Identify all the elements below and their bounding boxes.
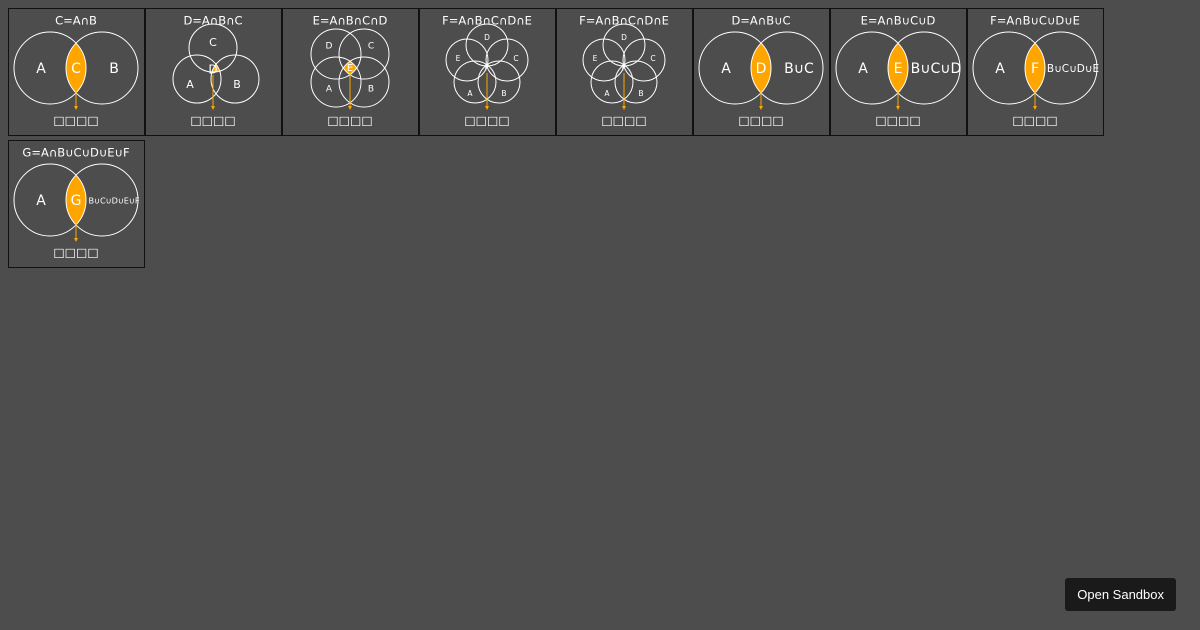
venn-diagram-card: G=A∩B∪C∪D∪E∪F A B∪C∪D∪E∪F G □□□□ [8, 140, 145, 268]
set-label: E [456, 54, 461, 63]
arrow-head-icon [211, 106, 215, 110]
diagram-title: F=A∩B∪C∪D∪E [990, 14, 1080, 28]
arrow-head-icon [485, 106, 489, 110]
diagram-title: G=A∩B∪C∪D∪E∪F [22, 146, 129, 160]
diagram-caption: □□□□ [601, 114, 646, 128]
diagram-title: F=A∩B∩C∩D∩E [442, 14, 532, 28]
diagram-caption: □□□□ [53, 114, 98, 128]
set-label: A [467, 89, 473, 98]
set-circle [310, 28, 362, 80]
arrow-head-icon [74, 238, 78, 242]
set-label: C [368, 42, 374, 52]
set-label: C [650, 54, 655, 63]
result-label: F [485, 64, 490, 74]
diagram-title: C=A∩B [55, 14, 97, 28]
set-circle [582, 38, 626, 82]
set-label: A [858, 61, 868, 77]
diagram-caption: □□□□ [875, 114, 920, 128]
diagram-title: E=A∩B∪C∪D [861, 14, 936, 28]
set-circle [453, 60, 497, 104]
set-label: B∪C∪D [911, 61, 962, 77]
diagram-caption: □□□□ [738, 114, 783, 128]
venn-diagram: E=A∩B∩C∩D A B C D E □□□□ [310, 14, 390, 128]
open-sandbox-button[interactable]: Open Sandbox [1065, 578, 1176, 611]
set-label: A [604, 89, 610, 98]
diagram-caption: □□□□ [327, 114, 372, 128]
venn-diagram-card: F=A∩B∩C∩D∩E A B C D E F □□□□ [419, 8, 556, 136]
result-label: G [71, 193, 82, 209]
set-label: B∪C∪D∪E∪F [88, 196, 139, 206]
set-label: A [186, 78, 194, 91]
set-circle [465, 23, 509, 67]
result-label: D [756, 61, 767, 77]
diagram-caption: □□□□ [1012, 114, 1057, 128]
set-circle [445, 38, 489, 82]
arrow-head-icon [348, 106, 352, 110]
venn-diagram-card: C=A∩B A B C □□□□ [8, 8, 145, 136]
venn-diagram: G=A∩B∪C∪D∪E∪F A B∪C∪D∪E∪F G □□□□ [13, 146, 140, 260]
diagram-title: D=A∩B∩C [183, 14, 242, 28]
set-circle [602, 23, 646, 67]
venn-diagram: C=A∩B A B C □□□□ [13, 14, 139, 128]
set-circle [590, 60, 634, 104]
diagram-grid: C=A∩B A B C □□□□ D=A∩B∩C A B C D □□□□ E=A∩B∩C∩D A B C D… [8, 8, 1104, 268]
venn-diagram: D=A∩B∩C A B C D □□□□ [172, 14, 260, 128]
set-label: B∪C [784, 61, 814, 77]
set-label: A [995, 61, 1005, 77]
set-label: B [501, 89, 506, 98]
set-label: A [326, 85, 333, 95]
set-label: B [368, 85, 374, 95]
result-label: C [71, 61, 81, 77]
set-label: C [513, 54, 518, 63]
set-label: D [621, 33, 627, 42]
venn-diagram: E=A∩B∪C∪D A B∪C∪D E □□□□ [835, 14, 962, 128]
arrow-head-icon [896, 106, 900, 110]
diagram-caption: □□□□ [53, 246, 98, 260]
result-label: E [894, 61, 903, 77]
set-label: B [109, 61, 119, 77]
venn-diagram-card: E=A∩B∩C∩D A B C D E □□□□ [282, 8, 419, 136]
venn-diagram-card: E=A∩B∪C∪D A B∪C∪D E □□□□ [830, 8, 967, 136]
set-label: A [36, 193, 46, 209]
set-label: B [638, 89, 643, 98]
venn-diagram-card: F=A∩B∪C∪D∪E A B∪C∪D∪E F □□□□ [967, 8, 1104, 136]
diagram-caption: □□□□ [464, 114, 509, 128]
set-label: B∪C∪D∪E [1047, 63, 1099, 75]
arrow-head-icon [622, 106, 626, 110]
result-label: F [622, 64, 627, 74]
diagram-title: F=A∩B∩C∩D∩E [579, 14, 669, 28]
set-label: C [209, 36, 217, 49]
diagram-caption: □□□□ [190, 114, 235, 128]
set-label: D [484, 33, 490, 42]
result-label: F [1031, 61, 1039, 77]
set-circle [310, 56, 362, 108]
result-label: E [347, 63, 353, 74]
set-label: D [326, 42, 333, 52]
set-label: E [593, 54, 598, 63]
set-label: A [36, 61, 46, 77]
arrow-head-icon [74, 106, 78, 110]
venn-diagram: F=A∩B∩C∩D∩E A B C D E F □□□□ [579, 14, 669, 128]
arrow-head-icon [1033, 106, 1037, 110]
diagram-title: E=A∩B∩C∩D [313, 14, 388, 28]
venn-diagram-card: D=A∩B∪C A B∪C D □□□□ [693, 8, 830, 136]
arrow-head-icon [759, 106, 763, 110]
set-circle [622, 38, 666, 82]
venn-diagram: F=A∩B∩C∩D∩E A B C D E F □□□□ [442, 14, 532, 128]
set-label: A [721, 61, 731, 77]
venn-diagram: F=A∩B∪C∪D∪E A B∪C∪D∪E F □□□□ [972, 14, 1099, 128]
venn-diagram: D=A∩B∪C A B∪C D □□□□ [698, 14, 824, 128]
venn-diagram-card: F=A∩B∩C∩D∩E A B C D E F □□□□ [556, 8, 693, 136]
venn-diagram-card: D=A∩B∩C A B C D □□□□ [145, 8, 282, 136]
set-circle [485, 38, 529, 82]
set-label: B [233, 78, 241, 91]
result-label: D [208, 63, 217, 77]
diagram-title: D=A∩B∪C [731, 14, 790, 28]
